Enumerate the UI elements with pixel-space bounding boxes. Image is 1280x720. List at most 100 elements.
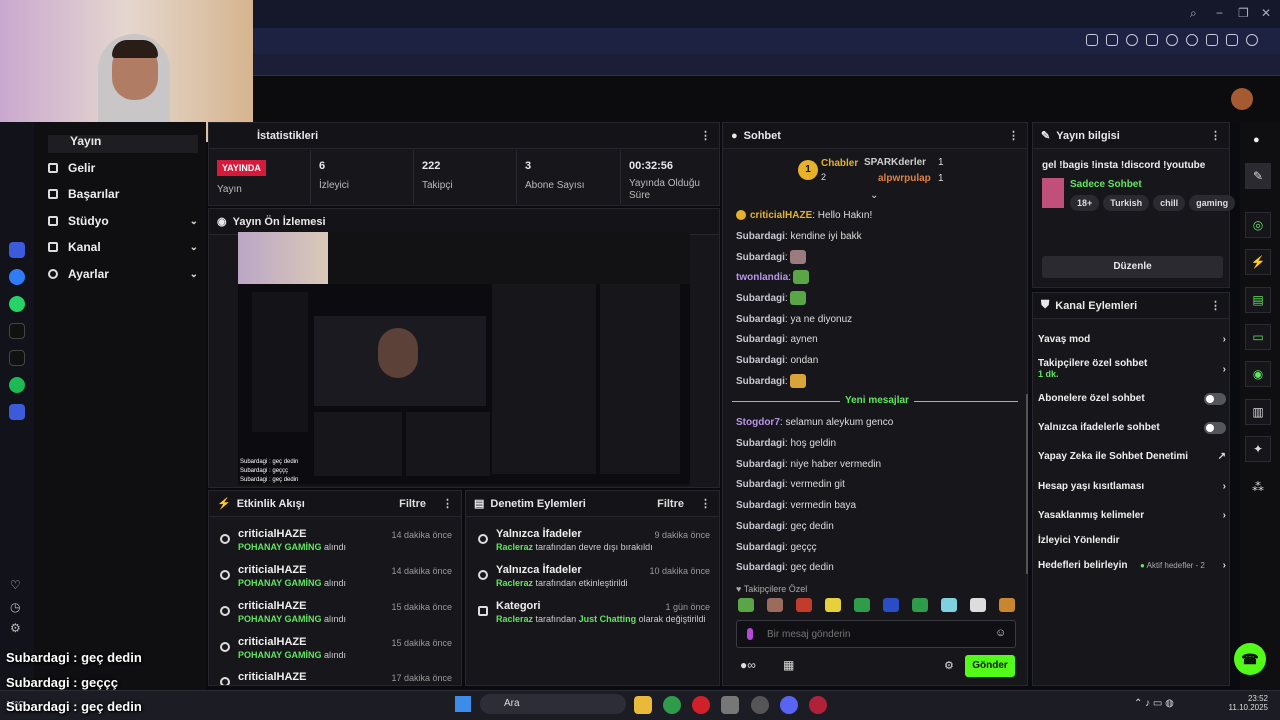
heart-icon[interactable] (1186, 34, 1198, 46)
more-icon[interactable]: ⋮ (700, 129, 711, 142)
emote[interactable] (796, 598, 812, 612)
minimize-button[interactable]: − (1216, 6, 1223, 20)
avatar[interactable] (1231, 88, 1253, 110)
shield-icon[interactable] (1126, 34, 1138, 46)
send-icon[interactable] (1166, 34, 1178, 46)
mic-icon[interactable] (747, 628, 753, 640)
bolt-icon[interactable]: ⚡ (1245, 249, 1271, 275)
emote-chat-toggle[interactable] (1204, 422, 1226, 434)
settings-icon[interactable]: ⚙ (10, 621, 21, 635)
cube-icon[interactable] (1146, 34, 1158, 46)
clock[interactable]: 23:52 11.10.2025 (1228, 694, 1268, 712)
emoji-icon[interactable]: ☺ (995, 627, 1006, 639)
filter-button[interactable]: Filtre (399, 498, 426, 510)
store-icon[interactable]: ▦ (783, 658, 794, 672)
external-link-icon: ↗ (1217, 451, 1226, 462)
opera-icon[interactable] (692, 696, 710, 714)
spotify-icon[interactable] (9, 377, 25, 393)
gift-icon[interactable]: ●∞ (740, 658, 756, 672)
nav-item-settings[interactable]: Ayarlar ⌄ (48, 262, 198, 286)
category-link[interactable]: Sadece Sohbet (1070, 179, 1142, 190)
leader-name[interactable]: Chabler (821, 158, 858, 169)
emote[interactable] (941, 598, 957, 612)
edit-icon[interactable] (1086, 34, 1098, 46)
goals-item[interactable]: Hedefleri belirleyin ● Aktif hedefler - 2… (1038, 560, 1228, 571)
list-item: criticialHAZE POHANAY GAMİNG alındı 15 dak… (216, 632, 452, 666)
emote[interactable] (999, 598, 1015, 612)
heart-icon[interactable]: ♡ (10, 578, 21, 592)
broadcast-icon[interactable]: ◉ (1245, 361, 1271, 387)
emote[interactable] (970, 598, 986, 612)
sub-chat-toggle[interactable] (1204, 393, 1226, 405)
chat-input[interactable] (767, 626, 987, 642)
tray-icons[interactable]: ⌃ ♪ ▭ ◍ (1134, 698, 1174, 709)
extension-icon[interactable] (1226, 34, 1238, 46)
maximize-button[interactable]: ❐ (1238, 6, 1249, 20)
nav-item-stream[interactable]: Yayın (48, 135, 198, 153)
help-button[interactable]: ☎ (1234, 643, 1266, 675)
raid-item[interactable]: İzleyici Yönlendir (1038, 535, 1228, 546)
emote[interactable] (825, 598, 841, 612)
edit-icon[interactable]: ✎ (1245, 163, 1271, 189)
nav-item-achievements[interactable]: Başarılar (48, 182, 198, 206)
more-icon[interactable]: ⋮ (1210, 299, 1221, 312)
app-icon[interactable] (751, 696, 769, 714)
chevron-right-icon: › (1222, 481, 1226, 492)
nav-item-revenue[interactable]: Gelir (48, 156, 198, 180)
close-button[interactable]: ✕ (1261, 6, 1271, 20)
document-icon[interactable]: ▤ (1245, 287, 1271, 313)
eye-icon[interactable]: ◎ (1245, 212, 1271, 238)
more-icon[interactable]: ⋮ (442, 497, 453, 510)
apps-icon[interactable]: ⁂ (1252, 480, 1264, 494)
collapse-icon[interactable]: ⌄ (870, 190, 878, 201)
edit-button[interactable]: Düzenle (1042, 256, 1223, 278)
layout-icon[interactable]: ▥ (1245, 399, 1271, 425)
account-age-item[interactable]: Hesap yaşı kısıtlaması › (1038, 481, 1228, 492)
follower-chat-item[interactable]: Takipçilere özel sohbet 1 dk. › (1038, 358, 1228, 379)
settings-app-icon[interactable] (721, 696, 739, 714)
leader-name[interactable]: alpwrpulap (878, 173, 931, 184)
scrollbar[interactable] (1026, 394, 1028, 574)
banned-words-item[interactable]: Yasaklanmış kelimeler › (1038, 510, 1228, 521)
emote[interactable] (854, 598, 870, 612)
emote[interactable] (767, 598, 783, 612)
profile-icon[interactable] (1246, 34, 1258, 46)
more-icon[interactable]: ⋮ (1210, 129, 1221, 142)
search-icon[interactable]: ⌕ (1190, 6, 1197, 21)
history-icon[interactable]: ◷ (10, 600, 20, 614)
discord-icon[interactable] (780, 696, 798, 714)
list-item: criticialHAZE POHANAY GAMİNG alındı 15 dak… (216, 596, 452, 630)
chat-message: Subardagi: (736, 290, 806, 306)
more-icon[interactable]: ⋮ (1008, 129, 1019, 142)
leader-name[interactable]: SPARKderler (864, 157, 926, 168)
taskbar-search[interactable]: Ara (480, 694, 626, 714)
ai-moderation-item[interactable]: Yapay Zeka ile Sohbet Denetimi ↗ (1038, 451, 1228, 462)
nav-item-studio[interactable]: Stüdyo ⌄ (48, 209, 198, 233)
send-button[interactable]: Gönder (965, 655, 1015, 677)
chat-icon[interactable]: ▭ (1245, 324, 1271, 350)
emote[interactable] (912, 598, 928, 612)
gear-icon[interactable]: ⚙ (944, 659, 954, 672)
info-icon[interactable]: ● (1253, 134, 1260, 146)
player-icon[interactable] (9, 404, 25, 420)
emote-chat-item: Yalnızca ifadelerle sohbet (1038, 422, 1228, 434)
opera-gx-icon[interactable] (809, 696, 827, 714)
camera-icon[interactable] (1106, 34, 1118, 46)
x-icon[interactable] (9, 350, 25, 366)
nav-item-channel[interactable]: Kanal ⌄ (48, 235, 198, 259)
emote[interactable] (883, 598, 899, 612)
app-icon[interactable] (9, 242, 25, 258)
stream-preview-video[interactable]: Subardagi : geç dedin Subardagi : geççç … (238, 232, 690, 486)
whatsapp-icon[interactable] (9, 296, 25, 312)
more-icon[interactable]: ⋮ (700, 497, 711, 510)
slow-mode-item[interactable]: Yavaş mod › (1038, 334, 1228, 345)
file-explorer-icon[interactable] (634, 696, 652, 714)
messenger-icon[interactable] (9, 269, 25, 285)
emote[interactable] (738, 598, 754, 612)
download-icon[interactable] (1206, 34, 1218, 46)
chrome-icon[interactable] (663, 696, 681, 714)
filter-button[interactable]: Filtre (657, 498, 684, 510)
tiktok-icon[interactable] (9, 323, 25, 339)
wrench-icon[interactable]: ✦ (1245, 436, 1271, 462)
windows-start-icon[interactable] (455, 696, 471, 712)
